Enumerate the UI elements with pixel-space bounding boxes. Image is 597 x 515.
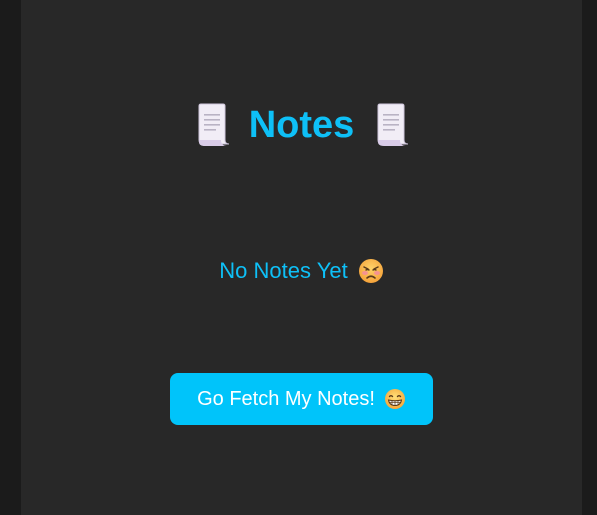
grinning-face-icon bbox=[384, 389, 405, 409]
disappointed-face-icon bbox=[358, 259, 383, 283]
empty-state-message: No Notes Yet bbox=[219, 258, 348, 283]
fetch-notes-button-label: Go Fetch My Notes! bbox=[197, 387, 375, 410]
page-title: Notes bbox=[248, 104, 355, 146]
page-with-curl-icon bbox=[198, 103, 229, 146]
page-with-curl-icon bbox=[377, 103, 409, 146]
fetch-notes-button[interactable]: Go Fetch My Notes! bbox=[170, 373, 433, 425]
page: Notes No Notes Yet Go Fetch My Notes! bbox=[0, 0, 597, 515]
empty-state: No Notes Yet bbox=[21, 255, 582, 287]
notes-panel: Notes No Notes Yet Go Fetch My Notes! bbox=[21, 0, 582, 515]
title-row: Notes bbox=[21, 100, 582, 150]
